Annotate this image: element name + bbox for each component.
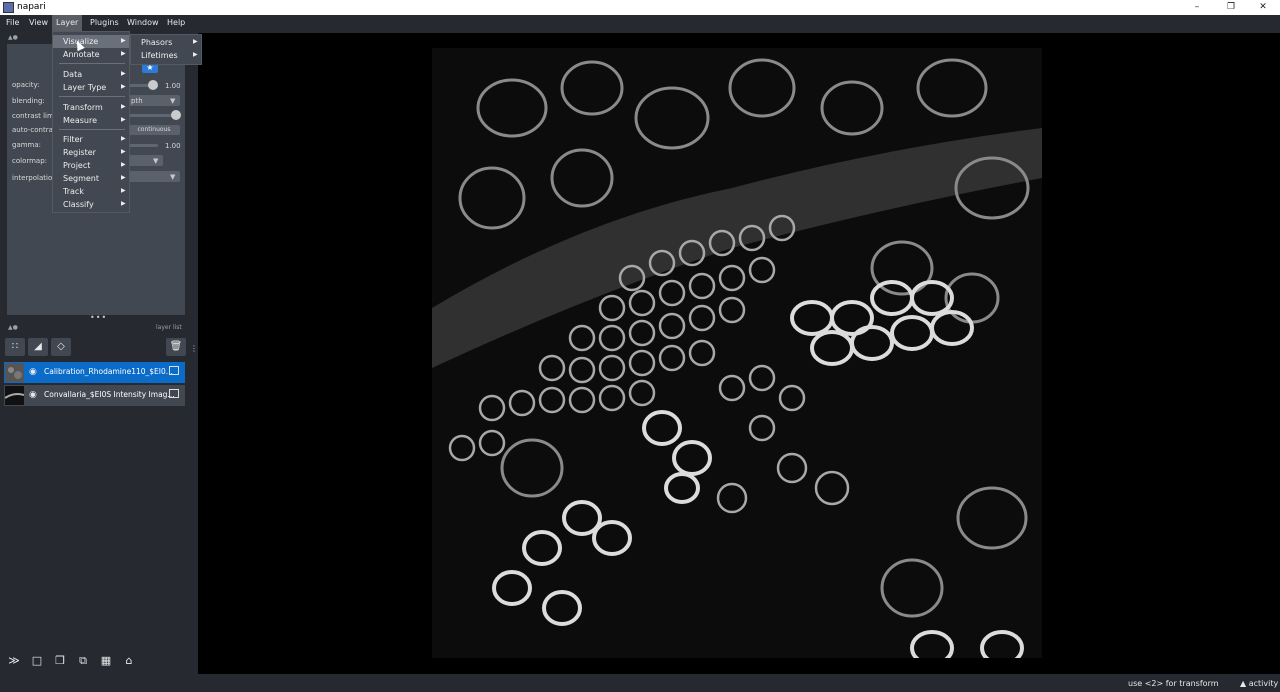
dock-float-icon-2[interactable]: ▲●: [8, 324, 18, 331]
layer-thumbnail: [5, 363, 24, 382]
menu-item-transform[interactable]: Transform ▶: [53, 101, 129, 114]
layer-menu: Visualize ▶ Annotate ▶ Data ▶ Layer Type ▶ T…: [52, 31, 130, 213]
chevron-right-icon: ▶: [193, 38, 198, 45]
menu-item-phasors[interactable]: Phasors ▶: [131, 36, 201, 49]
menu-bar: File View Layer Plugins Window Help: [0, 15, 1280, 31]
menu-item-measure[interactable]: Measure ▶: [53, 114, 129, 127]
visualize-submenu: Phasors ▶ Lifetimes ▶: [130, 34, 202, 65]
menu-layer[interactable]: Layer: [52, 15, 83, 31]
menu-separator: [59, 129, 125, 130]
menu-plugins[interactable]: Plugins: [86, 15, 123, 31]
layer-list-header: layer list: [156, 324, 182, 331]
napari-icon: [3, 2, 14, 13]
gamma-value: 1.00: [165, 142, 181, 150]
menu-item-register[interactable]: Register ▶: [53, 146, 129, 159]
interpolation-label: interpolation: [12, 174, 57, 182]
chevron-right-icon: ▶: [121, 116, 126, 123]
home-icon[interactable]: ⌂: [120, 652, 138, 670]
chevron-right-icon: ▶: [121, 83, 126, 90]
auto-contrast-continuous-button[interactable]: continuous: [128, 125, 180, 135]
menu-item-filter[interactable]: Filter ▶: [53, 133, 129, 146]
new-shapes-layer-button[interactable]: ◢: [28, 338, 48, 356]
contrast-limits-handle[interactable]: [171, 110, 181, 120]
chevron-right-icon: ▶: [121, 148, 126, 155]
menu-item-annotate[interactable]: Annotate ▶: [53, 48, 129, 61]
chevron-right-icon: ▶: [121, 187, 126, 194]
chevron-down-icon: ▼: [170, 97, 176, 105]
activity-button[interactable]: ▲ activity: [1240, 679, 1278, 688]
menu-window[interactable]: Window: [123, 15, 163, 31]
menu-item-classify[interactable]: Classify ▶: [53, 198, 129, 211]
blending-value: pth: [131, 97, 143, 105]
gamma-label: gamma:: [12, 141, 42, 149]
opacity-slider-handle[interactable]: [148, 80, 158, 90]
new-points-layer-button[interactable]: ∷: [5, 338, 25, 356]
layer-row[interactable]: ◉ Convallaria_$EI0S Intensity Imag...: [4, 385, 185, 406]
transpose-icon[interactable]: ⧉: [74, 652, 92, 670]
menu-item-visualize[interactable]: Visualize ▶: [53, 35, 129, 48]
minimize-icon[interactable]: –: [1180, 0, 1214, 15]
menu-help[interactable]: Help: [163, 15, 189, 31]
opacity-label: opacity:: [12, 81, 40, 89]
opacity-value: 1.00: [165, 82, 181, 90]
status-bar: use <2> for transform ▲ activity: [0, 674, 1280, 692]
menu-separator: [59, 96, 125, 97]
menu-item-project[interactable]: Project ▶: [53, 159, 129, 172]
close-icon[interactable]: ✕: [1246, 0, 1280, 15]
chevron-right-icon: ▶: [121, 161, 126, 168]
layer-name: Convallaria_$EI0S Intensity Imag...: [44, 390, 175, 399]
image-layer-icon: [169, 366, 179, 375]
image-layer-render[interactable]: [432, 48, 1042, 658]
chevron-right-icon: ▶: [121, 50, 126, 57]
window-title: napari: [17, 2, 46, 12]
layer-list: ◉ Calibration_Rhodamine110_$EI0... ◉ Con…: [4, 362, 185, 647]
chevron-down-icon: ▼: [153, 157, 159, 165]
chevron-right-icon: ▶: [121, 135, 126, 142]
eye-icon[interactable]: ◉: [29, 367, 37, 377]
contrast-limits-label: contrast limi: [12, 112, 56, 120]
chevron-right-icon: ▶: [121, 103, 126, 110]
grid-icon[interactable]: ▦: [97, 652, 115, 670]
gamma-slider[interactable]: [128, 144, 158, 147]
menu-separator: [59, 63, 125, 64]
more-options-icon[interactable]: ⋮: [190, 344, 198, 353]
image-layer-icon: [169, 389, 179, 398]
chevron-right-icon: ▶: [121, 174, 126, 181]
chevron-down-icon: ▼: [170, 173, 176, 181]
layer-name: Calibration_Rhodamine110_$EI0...: [44, 367, 173, 376]
menu-item-data[interactable]: Data ▶: [53, 68, 129, 81]
menu-item-track[interactable]: Track ▶: [53, 185, 129, 198]
contrast-limits-slider[interactable]: [128, 114, 176, 117]
dock-float-icon[interactable]: ▲●: [8, 34, 18, 41]
menu-view[interactable]: View: [25, 15, 52, 31]
layer-row[interactable]: ◉ Calibration_Rhodamine110_$EI0...: [4, 362, 185, 383]
splitter-handle[interactable]: •••: [90, 313, 107, 322]
layer-thumbnail: [5, 386, 24, 405]
activity-label: activity: [1248, 679, 1279, 688]
chevron-right-icon: ▶: [121, 70, 126, 77]
ndisplay-icon[interactable]: □: [28, 652, 46, 670]
new-labels-layer-button[interactable]: ◇: [51, 338, 71, 356]
menu-item-layer-type[interactable]: Layer Type ▶: [53, 81, 129, 94]
auto-contrast-label: auto-contras: [12, 126, 57, 134]
chevron-right-icon: ▶: [121, 37, 126, 44]
eye-icon[interactable]: ◉: [29, 390, 37, 400]
menu-item-lifetimes[interactable]: Lifetimes ▶: [131, 49, 201, 62]
title-bar: napari – ❐ ✕: [0, 0, 1280, 15]
console-icon[interactable]: ≫: [5, 652, 23, 670]
delete-layer-button[interactable]: 🗑: [166, 338, 186, 356]
blending-label: blending:: [12, 97, 45, 105]
menu-file[interactable]: File: [2, 15, 23, 31]
chevron-right-icon: ▶: [193, 51, 198, 58]
chevron-right-icon: ▶: [121, 200, 126, 207]
colormap-label: colormap:: [12, 157, 48, 165]
status-hint: use <2> for transform: [1128, 679, 1219, 688]
roll-icon[interactable]: ❒: [51, 652, 69, 670]
menu-item-segment[interactable]: Segment ▶: [53, 172, 129, 185]
restore-icon[interactable]: ❐: [1214, 0, 1248, 15]
